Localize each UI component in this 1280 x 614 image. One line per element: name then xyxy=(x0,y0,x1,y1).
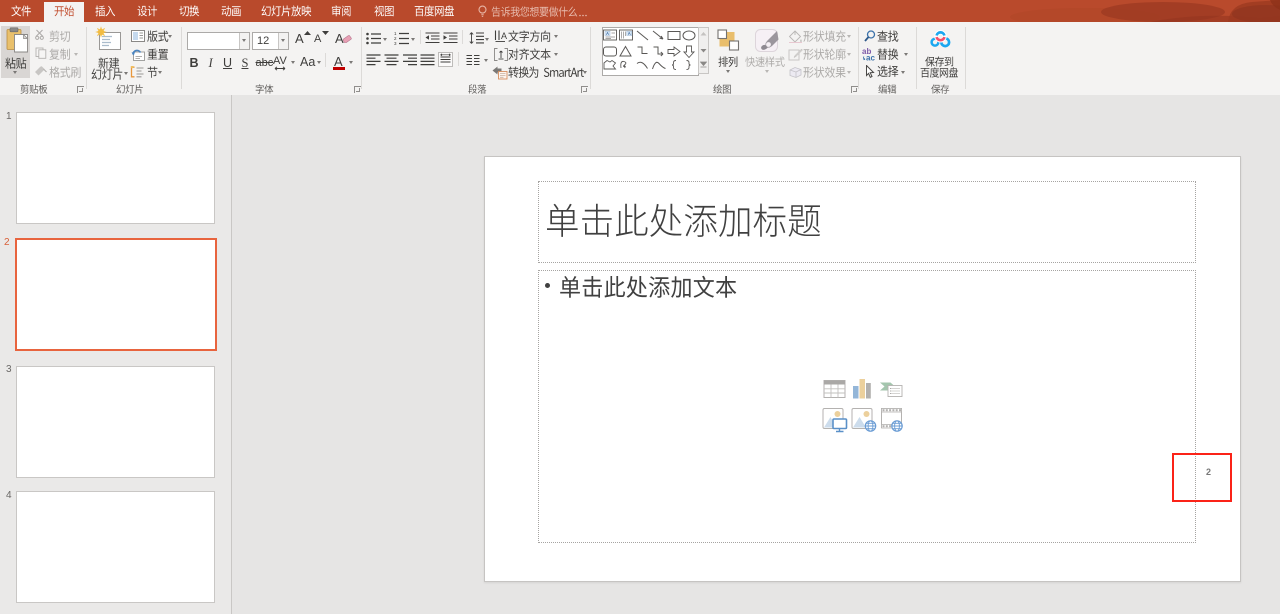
svg-text:ac: ac xyxy=(866,53,875,61)
svg-text:A: A xyxy=(628,31,631,36)
svg-text:A: A xyxy=(606,31,609,36)
